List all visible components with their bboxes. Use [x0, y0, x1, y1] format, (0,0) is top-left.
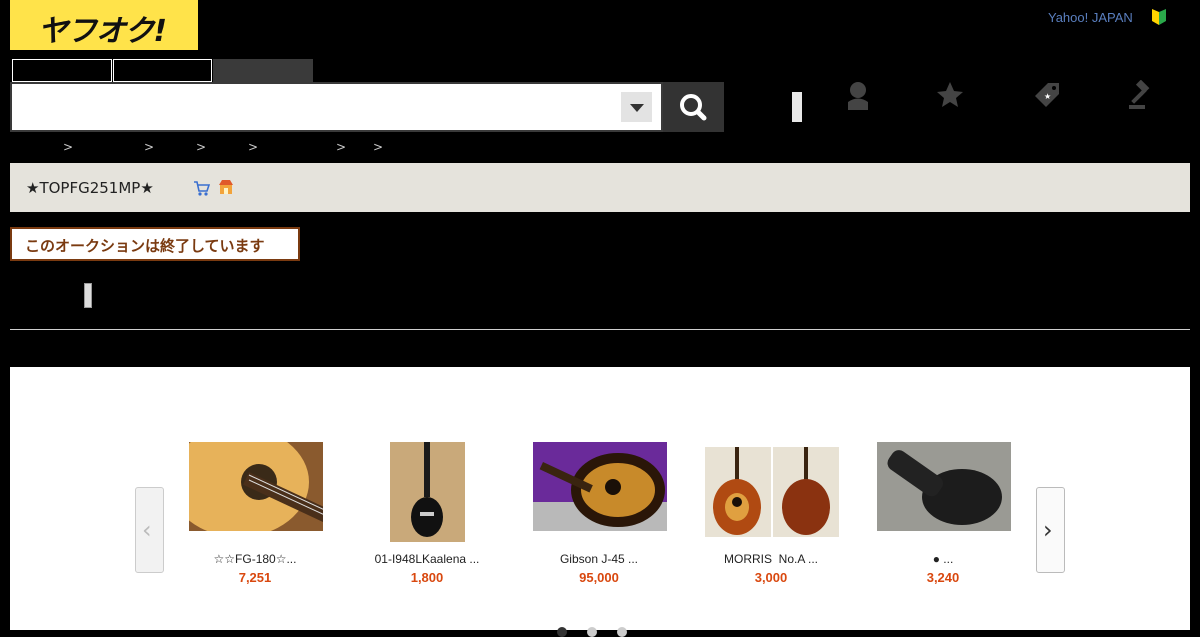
auction-ended-badge: このオークションは終了しています — [10, 227, 300, 261]
seller-bar — [10, 163, 1190, 212]
carousel-dot[interactable] — [587, 627, 597, 637]
nav-separator — [792, 92, 802, 122]
search-tab-3[interactable] — [213, 59, 313, 82]
carousel-next-button[interactable]: › — [1036, 487, 1065, 573]
carousel-item[interactable]: ☆☆FG-180☆... 7,251 — [180, 442, 330, 592]
item-price: 1,800 — [410, 570, 444, 585]
item-title[interactable]: MORRIS No.A ... — [696, 552, 846, 566]
search-tab-2[interactable] — [113, 59, 212, 82]
carousel-item[interactable]: 01-I948LKaalena ... 1,800 — [352, 442, 502, 592]
divider — [10, 329, 1190, 330]
yahuoku-logo[interactable]: ヤフオク! — [10, 0, 198, 50]
item-price: 7,251 — [238, 570, 272, 585]
carousel-item[interactable]: MORRIS No.A ... 3,000 — [696, 442, 846, 592]
item-price: 3,240 — [926, 570, 960, 585]
item-thumbnail[interactable] — [189, 442, 323, 531]
yahoo-japan-link[interactable]: Yahoo! JAPAN — [1048, 10, 1133, 25]
user-icon[interactable] — [843, 80, 873, 110]
breadcrumb-separator: > — [63, 140, 74, 154]
carousel-dot-active[interactable] — [557, 627, 567, 637]
item-title[interactable]: ☆☆FG-180☆... — [180, 552, 330, 566]
carousel-dot[interactable] — [617, 627, 627, 637]
carousel-item[interactable]: ● ... 3,240 — [868, 442, 1018, 592]
search-button[interactable] — [663, 82, 724, 132]
item-price: 95,000 — [579, 570, 619, 585]
auction-ended-text: このオークションは終了しています — [25, 237, 265, 255]
item-title[interactable]: ● ... — [868, 552, 1018, 566]
item-title[interactable]: 01-I948LKaalena ... — [352, 552, 502, 566]
breadcrumb-separator: > — [248, 140, 259, 154]
auction-gavel-icon[interactable] — [1127, 80, 1157, 110]
breadcrumb-separator: > — [336, 140, 347, 154]
beginner-mark-icon[interactable] — [1151, 8, 1167, 26]
breadcrumb-separator: > — [373, 140, 384, 154]
chevron-left-icon: ‹ — [142, 516, 152, 544]
cart-icon[interactable] — [193, 180, 210, 197]
small-scroll-marker — [84, 283, 92, 308]
breadcrumb-separator: > — [196, 140, 207, 154]
svg-text:★: ★ — [1044, 92, 1051, 101]
carousel-prev-button[interactable]: ‹ — [135, 487, 164, 573]
item-thumbnail[interactable] — [877, 442, 1011, 531]
search-tab-1[interactable] — [12, 59, 112, 82]
chevron-right-icon: › — [1043, 516, 1053, 544]
item-title[interactable]: Gibson J-45 ... — [524, 552, 674, 566]
item-thumbnail[interactable] — [390, 442, 465, 542]
item-price: 3,000 — [754, 570, 788, 585]
logo-text: ヤフオク! — [38, 14, 167, 49]
coupon-tag-icon[interactable]: ★ — [1032, 80, 1062, 110]
search-icon — [680, 94, 707, 121]
store-icon[interactable] — [218, 179, 234, 195]
star-icon[interactable] — [935, 80, 965, 110]
search-input[interactable] — [10, 82, 663, 132]
category-dropdown-button[interactable] — [621, 92, 652, 122]
carousel-item[interactable]: Gibson J-45 ... 95,000 — [524, 442, 674, 592]
breadcrumb: > > > > > > — [10, 140, 410, 154]
seller-name-link[interactable]: ★TOPFG251MP★ — [26, 179, 154, 197]
item-thumbnail[interactable] — [533, 442, 667, 531]
item-thumbnail[interactable] — [705, 447, 839, 537]
breadcrumb-separator: > — [144, 140, 155, 154]
